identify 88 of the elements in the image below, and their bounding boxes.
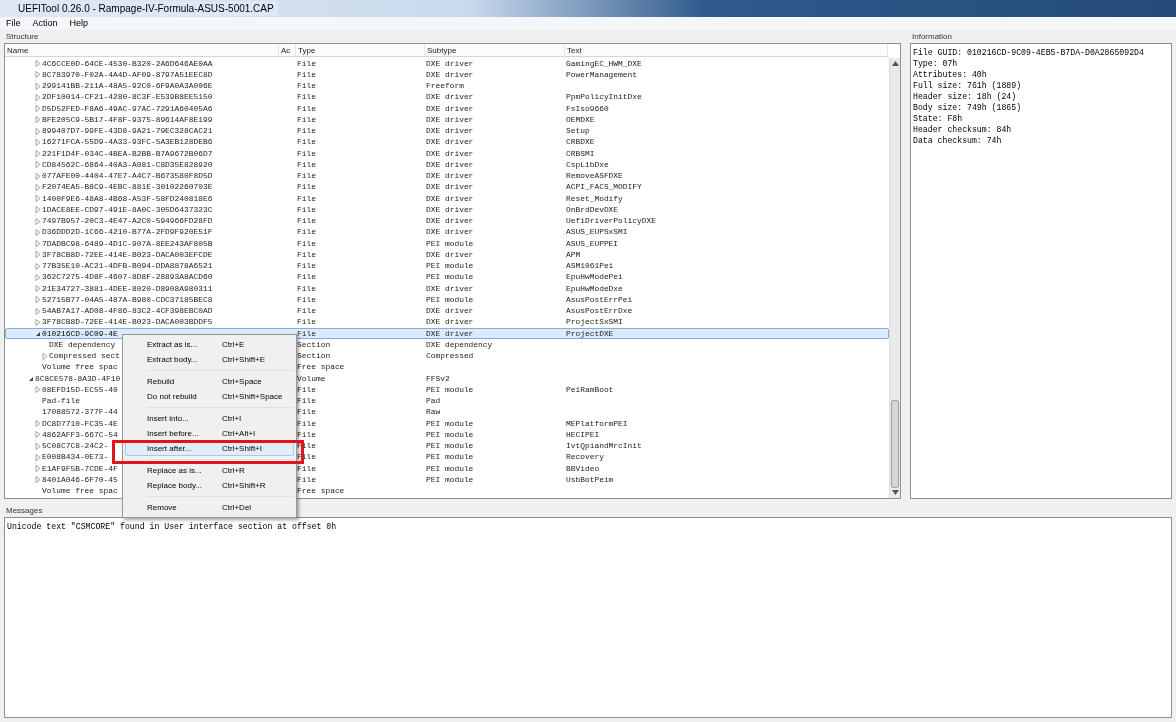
collapsed-arrow-icon[interactable] [35, 105, 41, 113]
menu-item-shortcut: Ctrl+Alt+I [222, 427, 256, 440]
menu-item-label: Insert before... [147, 427, 199, 440]
expanded-arrow-icon[interactable] [28, 375, 34, 382]
collapsed-arrow-icon[interactable] [35, 476, 41, 484]
collapsed-arrow-icon[interactable] [35, 296, 41, 304]
info-line: File GUID: 010216CD-9C09-4EB5-B7DA-D0A2865092D4 [913, 47, 1145, 58]
collapsed-arrow-icon[interactable] [35, 183, 41, 191]
panel-label: Information [912, 31, 953, 43]
menu-item-shortcut: Ctrl+Shift+Space [222, 390, 283, 403]
column-header[interactable]: Ac [279, 44, 296, 56]
collapsed-arrow-icon[interactable] [35, 285, 41, 293]
collapsed-arrow-icon[interactable] [35, 262, 41, 270]
info-line: Header size: 18h (24) [913, 91, 1018, 102]
collapsed-arrow-icon[interactable] [35, 116, 41, 124]
menu-item-label: Replace as is... [147, 464, 202, 477]
collapsed-arrow-icon[interactable] [35, 60, 41, 68]
collapsed-arrow-icon[interactable] [35, 228, 41, 236]
panel-label: Structure [6, 31, 39, 43]
menu-item[interactable]: Help [69, 16, 89, 31]
menu-item-shortcut: Ctrl+I [222, 412, 242, 425]
menu-item-label: Insert into... [147, 412, 189, 425]
column-header[interactable]: Name [5, 44, 279, 56]
collapsed-arrow-icon[interactable] [42, 352, 48, 360]
collapsed-arrow-icon[interactable] [35, 465, 41, 473]
menu-item-shortcut: Ctrl+Del [222, 501, 252, 514]
collapsed-arrow-icon[interactable] [35, 273, 41, 281]
context-menu-item[interactable]: Remove Ctrl+Del [125, 500, 294, 515]
menu-item-shortcut: Ctrl+Shift+I [222, 442, 262, 455]
collapsed-arrow-icon[interactable] [35, 318, 41, 326]
collapsed-arrow-icon[interactable] [35, 307, 41, 315]
collapsed-arrow-icon[interactable] [35, 217, 41, 225]
collapsed-arrow-icon[interactable] [35, 240, 41, 248]
context-menu-item[interactable]: Extract body... Ctrl+Shift+E [125, 352, 294, 367]
menu-item-shortcut: Ctrl+Space [222, 375, 262, 388]
menu-item-shortcut: Ctrl+Shift+R [222, 479, 266, 492]
collapsed-arrow-icon[interactable] [35, 206, 41, 214]
context-menu-item[interactable]: Rebuild Ctrl+Space [125, 374, 294, 389]
collapsed-arrow-icon[interactable] [35, 453, 41, 461]
info-line: State: F8h [913, 113, 964, 124]
collapsed-arrow-icon[interactable] [35, 195, 41, 203]
menu-item-shortcut: Ctrl+Shift+E [222, 353, 266, 366]
menu-item-label: Replace body... [147, 479, 202, 492]
collapsed-arrow-icon[interactable] [35, 251, 41, 259]
context-menu-item[interactable]: Do not rebuild Ctrl+Shift+Space [125, 389, 294, 404]
menu-item-label: Extract as is... [147, 338, 198, 351]
menu-item-label: Rebuild [147, 375, 175, 388]
collapsed-arrow-icon[interactable] [35, 386, 41, 394]
menu-item[interactable]: File [6, 16, 21, 31]
context-menu-item[interactable]: Insert into... Ctrl+I [125, 411, 294, 426]
menu-item[interactable]: Action [32, 16, 58, 31]
context-menu-item[interactable]: Insert before... Ctrl+Alt+I [125, 426, 294, 441]
column-header[interactable]: Subtype [425, 44, 565, 56]
context-menu-item[interactable]: Replace as is... Ctrl+R [125, 463, 294, 478]
column-header[interactable]: Type [296, 44, 425, 56]
scroll-down-icon[interactable] [891, 490, 899, 495]
column-header[interactable]: Text [565, 44, 888, 56]
scroll-up-icon[interactable] [891, 61, 899, 66]
message-line: Unicode text "CSMCORE" found in User interface section at offset 0h [7, 521, 338, 532]
collapsed-arrow-icon[interactable] [35, 127, 41, 135]
collapsed-arrow-icon[interactable] [35, 442, 41, 450]
info-line: Attributes: 40h [913, 69, 988, 80]
expanded-arrow-icon[interactable] [35, 330, 41, 337]
collapsed-arrow-icon[interactable] [35, 138, 41, 146]
collapsed-arrow-icon[interactable] [35, 82, 41, 90]
collapsed-arrow-icon[interactable] [35, 161, 41, 169]
info-line: Header checksum: 84h [913, 124, 1013, 135]
context-menu-item[interactable]: Replace body... Ctrl+Shift+R [125, 478, 294, 493]
menu-item-shortcut: Ctrl+R [222, 464, 245, 477]
collapsed-arrow-icon[interactable] [35, 150, 41, 158]
info-line: Data checksum: 74h [913, 135, 1003, 146]
menu-item-label: Remove [147, 501, 177, 514]
info-line: Body size: 749h (1865) [913, 102, 1023, 113]
collapsed-arrow-icon[interactable] [35, 93, 41, 101]
collapsed-arrow-icon[interactable] [35, 172, 41, 180]
scroll-thumb[interactable] [891, 400, 899, 488]
context-menu-item[interactable]: Extract as is... Ctrl+E [125, 337, 294, 352]
info-line: Type: 07h [913, 58, 959, 69]
menu-item-label: Insert after... [147, 442, 192, 455]
menu-item-label: Extract body... [147, 353, 198, 366]
menu-item-shortcut: Ctrl+E [222, 338, 245, 351]
info-line: Full size: 761h (1889) [913, 80, 1023, 91]
menu-item-label: Do not rebuild [147, 390, 197, 403]
collapsed-arrow-icon[interactable] [35, 420, 41, 428]
scrollbar[interactable] [889, 58, 900, 498]
panel-label: Messages [6, 505, 43, 517]
collapsed-arrow-icon[interactable] [35, 71, 41, 79]
collapsed-arrow-icon[interactable] [35, 431, 41, 439]
